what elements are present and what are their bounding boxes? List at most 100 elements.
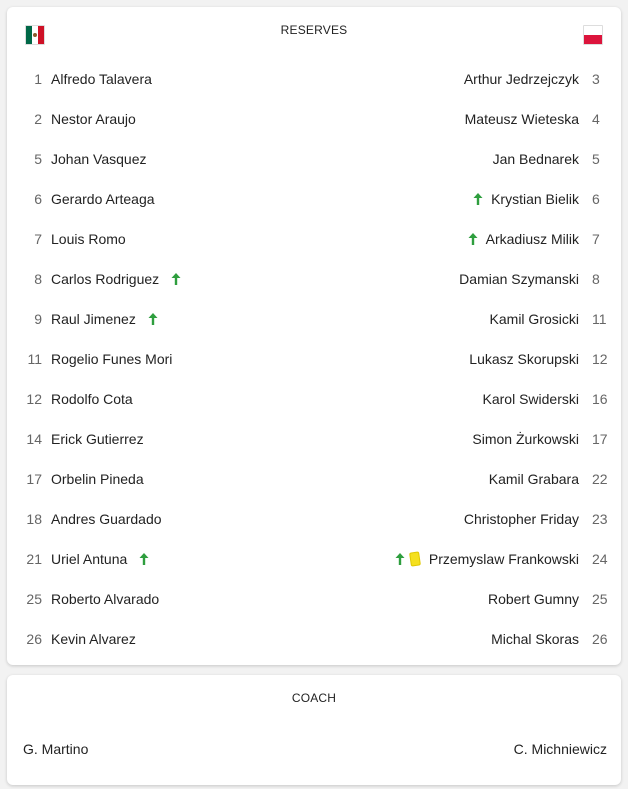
home-player[interactable]: Nestor Araujo [51, 99, 136, 139]
away-player[interactable]: Simon Żurkowski [472, 419, 579, 459]
away-player-number: 6 [592, 191, 600, 207]
away-player-number: 25 [592, 591, 608, 607]
reserves-list: 1 Alfredo Talavera Arthur Jedrzejczyk 3 2 Nes… [7, 59, 621, 659]
home-player-number: 26 [26, 631, 42, 647]
reserves-row: 12 Rodolfo Cota Karol Swiderski 16 [7, 379, 621, 419]
away-player-name: Kamil Grosicki [489, 311, 579, 327]
away-player-number: 3 [592, 71, 600, 87]
home-player[interactable]: Rodolfo Cota [51, 379, 133, 419]
home-player-number: 5 [34, 151, 42, 167]
home-player-name: Orbelin Pineda [51, 471, 144, 487]
away-player[interactable]: Przemyslaw Frankowski [393, 539, 579, 579]
home-player-name: Erick Gutierrez [51, 431, 144, 447]
reserves-row: 1 Alfredo Talavera Arthur Jedrzejczyk 3 [7, 59, 621, 99]
home-player[interactable]: Orbelin Pineda [51, 459, 144, 499]
away-player[interactable]: Arthur Jedrzejczyk [464, 59, 579, 99]
home-player-number: 14 [26, 431, 42, 447]
away-player[interactable]: Karol Swiderski [483, 379, 579, 419]
home-player[interactable]: Gerardo Arteaga [51, 179, 155, 219]
home-player-number: 2 [34, 111, 42, 127]
away-player[interactable]: Arkadiusz Milik [466, 219, 579, 259]
substitution-in-icon [473, 193, 483, 205]
home-player[interactable]: Johan Vasquez [51, 139, 146, 179]
away-player-number: 23 [592, 511, 608, 527]
away-player[interactable]: Lukasz Skorupski [469, 339, 579, 379]
substitution-in-icon [148, 313, 158, 325]
home-player-number: 25 [26, 591, 42, 607]
reserves-row: 14 Erick Gutierrez Simon Żurkowski 17 [7, 419, 621, 459]
home-player-number: 1 [34, 71, 42, 87]
away-player-name: Krystian Bielik [491, 191, 579, 207]
away-player-name: Jan Bednarek [492, 151, 579, 167]
home-player-name: Raul Jimenez [51, 311, 136, 327]
home-player-name: Andres Guardado [51, 511, 162, 527]
home-player[interactable]: Kevin Alvarez [51, 619, 136, 659]
reserves-row: 17 Orbelin Pineda Kamil Grabara 22 [7, 459, 621, 499]
away-player[interactable]: Krystian Bielik [471, 179, 579, 219]
home-player[interactable]: Uriel Antuna [51, 539, 151, 579]
reserves-row: 9 Raul Jimenez Kamil Grosicki 11 [7, 299, 621, 339]
home-player[interactable]: Roberto Alvarado [51, 579, 159, 619]
home-player-name: Rogelio Funes Mori [51, 351, 173, 367]
yellow-card-icon [408, 551, 421, 567]
away-player[interactable]: Jan Bednarek [493, 139, 579, 179]
reserves-row: 21 Uriel Antuna Przemyslaw Frankowski 24 [7, 539, 621, 579]
away-player-number: 22 [592, 471, 608, 487]
away-player[interactable]: Kamil Grosicki [490, 299, 579, 339]
away-player-number: 8 [592, 271, 600, 287]
coach-card: COACH G. Martino C. Michniewicz [7, 675, 621, 785]
away-player-name: Mateusz Wieteska [464, 111, 579, 127]
away-player-name: Simon Żurkowski [472, 431, 579, 447]
away-player-name: Arkadiusz Milik [485, 231, 579, 247]
home-player[interactable]: Carlos Rodriguez [51, 259, 183, 299]
home-player-name: Uriel Antuna [51, 551, 128, 567]
reserves-row: 6 Gerardo Arteaga Krystian Bielik 6 [7, 179, 621, 219]
away-player[interactable]: Michal Skoras [491, 619, 579, 659]
away-player-number: 4 [592, 111, 600, 127]
reserves-row: 2 Nestor Araujo Mateusz Wieteska 4 [7, 99, 621, 139]
away-player-name: Christopher Friday [463, 511, 579, 527]
home-player[interactable]: Erick Gutierrez [51, 419, 144, 459]
home-player[interactable]: Louis Romo [51, 219, 126, 259]
home-player-number: 21 [26, 551, 42, 567]
home-player-number: 12 [26, 391, 42, 407]
away-player[interactable]: Kamil Grabara [489, 459, 579, 499]
home-player-number: 17 [26, 471, 42, 487]
home-player[interactable]: Raul Jimenez [51, 299, 160, 339]
away-player-number: 7 [592, 231, 600, 247]
home-player-number: 6 [34, 191, 42, 207]
away-player-number: 11 [592, 311, 607, 327]
away-player-number: 26 [592, 631, 608, 647]
away-player-number: 5 [592, 151, 600, 167]
home-player-number: 8 [34, 271, 42, 287]
reserves-row: 25 Roberto Alvarado Robert Gumny 25 [7, 579, 621, 619]
substitution-in-icon [171, 273, 181, 285]
home-coach-name[interactable]: G. Martino [23, 741, 88, 757]
home-player-number: 18 [26, 511, 42, 527]
home-player[interactable]: Alfredo Talavera [51, 59, 152, 99]
away-player[interactable]: Christopher Friday [464, 499, 579, 539]
away-player-name: Damian Szymanski [459, 271, 579, 287]
substitution-in-icon [395, 553, 405, 565]
away-player[interactable]: Damian Szymanski [459, 259, 579, 299]
home-player-number: 11 [27, 351, 42, 367]
reserves-row: 11 Rogelio Funes Mori Lukasz Skorupski 12 [7, 339, 621, 379]
home-player[interactable]: Rogelio Funes Mori [51, 339, 172, 379]
away-player-number: 12 [592, 351, 608, 367]
substitution-in-icon [139, 553, 149, 565]
away-player-number: 16 [592, 391, 608, 407]
away-player-name: Kamil Grabara [488, 471, 579, 487]
reserves-row: 5 Johan Vasquez Jan Bednarek 5 [7, 139, 621, 179]
reserves-row: 26 Kevin Alvarez Michal Skoras 26 [7, 619, 621, 659]
reserves-row: 18 Andres Guardado Christopher Friday 23 [7, 499, 621, 539]
away-player[interactable]: Mateusz Wieteska [465, 99, 579, 139]
reserves-row: 7 Louis Romo Arkadiusz Milik 7 [7, 219, 621, 259]
poland-flag-icon [583, 25, 603, 45]
away-player[interactable]: Robert Gumny [488, 579, 579, 619]
home-player-number: 7 [34, 231, 42, 247]
away-coach-name[interactable]: C. Michniewicz [514, 741, 607, 757]
coach-title: COACH [291, 691, 337, 705]
home-player[interactable]: Andres Guardado [51, 499, 162, 539]
away-player-number: 24 [592, 551, 608, 567]
away-player-name: Robert Gumny [487, 591, 579, 607]
